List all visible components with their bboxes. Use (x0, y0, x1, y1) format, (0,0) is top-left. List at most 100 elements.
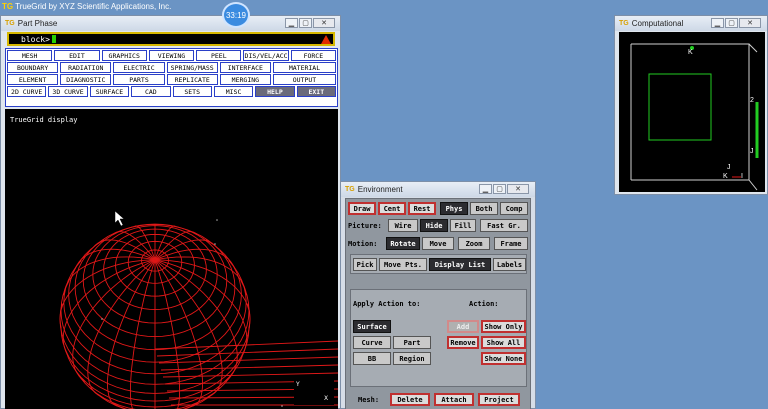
clock-badge: 33:19 (222, 2, 250, 28)
j-label: J (750, 148, 754, 155)
command-replicate-button[interactable]: REPLICATE (166, 74, 218, 85)
part-button[interactable]: Part (393, 336, 431, 349)
computational-titlebar[interactable]: TG Computational ▁ ▢ ✕ (615, 16, 767, 31)
truegrid-small-logo-icon: TG (619, 20, 629, 27)
hide-button[interactable]: Hide (420, 219, 448, 232)
truegrid-small-logo-icon: TG (5, 20, 15, 27)
computational-display[interactable]: K I 2 2 J J K I (619, 32, 765, 192)
command-dis-vel-acc-button[interactable]: DIS/VEL/ACC (243, 50, 289, 61)
rest-button[interactable]: Rest (408, 202, 436, 215)
environment-titlebar[interactable]: TG Environment ▁ ▢ ✕ (341, 182, 535, 197)
command-2d-curve-button[interactable]: 2D CURVE (7, 86, 47, 97)
j-small-label: J (727, 164, 731, 171)
minimize-icon[interactable]: ▁ (479, 184, 492, 194)
draw-button[interactable]: Draw (348, 202, 376, 215)
add-button[interactable]: Add (447, 320, 479, 333)
command-mesh-button[interactable]: MESH (7, 50, 53, 61)
k-top-label: K (688, 49, 693, 56)
picture-label: Picture: (348, 222, 382, 230)
minimize-icon[interactable]: ▁ (285, 18, 298, 28)
close-icon[interactable]: ✕ (507, 184, 529, 194)
sphere-longitude-line (63, 256, 156, 296)
command-prompt-input[interactable]: block> (7, 32, 335, 46)
command-sets-button[interactable]: SETS (172, 86, 212, 97)
show-only-button[interactable]: Show Only (481, 320, 526, 333)
surface-button[interactable]: Surface (353, 320, 391, 333)
text-cursor (51, 35, 56, 43)
display-list-button[interactable]: Display List (429, 258, 491, 271)
command-misc-button[interactable]: MISC (213, 86, 254, 97)
move-points-button[interactable]: Move Pts. (379, 258, 427, 271)
region-button[interactable]: Region (393, 352, 431, 365)
zoom-button[interactable]: Zoom (458, 237, 490, 250)
close-icon[interactable]: ✕ (313, 18, 335, 28)
command-merging-button[interactable]: MERGING (219, 74, 271, 85)
maximize-icon[interactable]: ▢ (493, 184, 506, 194)
command-electric-button[interactable]: ELECTRIC (113, 62, 165, 73)
command-peel-button[interactable]: PEEL (196, 50, 242, 61)
command-help-button[interactable]: HELP (255, 86, 295, 97)
command-interface-button[interactable]: INTERFACE (219, 62, 271, 73)
cent-button[interactable]: Cent (378, 202, 406, 215)
command-boundary-button[interactable]: BOUNDARY (7, 62, 59, 73)
close-icon[interactable]: ✕ (739, 18, 761, 28)
command-cad-button[interactable]: CAD (131, 86, 171, 97)
command-3d-curve-button[interactable]: 3D CURVE (48, 86, 88, 97)
show-none-button[interactable]: Show None (481, 352, 526, 365)
command-diagnostic-button[interactable]: DIAGNOSTIC (60, 74, 112, 85)
axis-x-label: X (324, 395, 329, 402)
delete-button[interactable]: Delete (390, 393, 430, 406)
truegrid-display[interactable]: TrueGrid display Y X (5, 109, 338, 409)
command-output-button[interactable]: OUTPUT (272, 74, 336, 85)
comp-button[interactable]: Comp (500, 202, 528, 215)
command-edit-button[interactable]: EDIT (54, 50, 100, 61)
motion-label: Motion: (348, 240, 378, 248)
maximize-icon[interactable]: ▢ (725, 18, 738, 28)
pick-button[interactable]: Pick (353, 258, 377, 271)
minimize-icon[interactable]: ▁ (711, 18, 724, 28)
k-small-label: K (723, 173, 728, 180)
command-spring-mass-button[interactable]: SPRING/MASS (166, 62, 218, 73)
command-material-button[interactable]: MATERIAL (272, 62, 336, 73)
remove-button[interactable]: Remove (447, 336, 479, 349)
sphere-longitude-line (154, 256, 247, 296)
phys-button[interactable]: Phys (440, 202, 468, 215)
command-graphics-button[interactable]: GRAPHICS (101, 50, 147, 61)
node-dot (281, 405, 283, 407)
command-force-button[interactable]: FORCE (290, 50, 336, 61)
command-element-button[interactable]: ELEMENT (7, 74, 59, 85)
project-button[interactable]: Project (478, 393, 520, 406)
action-label: Action: (469, 300, 499, 308)
command-radiation-button[interactable]: RADIATION (60, 62, 112, 73)
sphere-latitude-line (63, 260, 82, 303)
mouse-pointer-icon (114, 210, 125, 227)
curve-button[interactable]: Curve (353, 336, 391, 349)
command-surface-button[interactable]: SURFACE (89, 86, 130, 97)
show-all-button[interactable]: Show All (481, 336, 526, 349)
frame-button[interactable]: Frame (494, 237, 528, 250)
command-exit-button[interactable]: EXIT (296, 86, 336, 97)
move-button[interactable]: Move (422, 237, 454, 250)
fast-graphics-button[interactable]: Fast Gr. (480, 219, 528, 232)
mesh-label: Mesh: (358, 396, 380, 404)
attach-button[interactable]: Attach (434, 393, 474, 406)
node-dot (214, 243, 216, 245)
fill-button[interactable]: Fill (450, 219, 476, 232)
apply-action-subpanel: Apply Action to: Action: Surface Curve P… (350, 289, 527, 387)
wire-button[interactable]: Wire (388, 219, 418, 232)
num-2-right-label: 2 (750, 97, 754, 104)
command-viewing-button[interactable]: VIEWING (148, 50, 195, 61)
apply-action-label: Apply Action to: (353, 300, 421, 308)
warning-triangle-icon[interactable] (321, 35, 331, 44)
maximize-icon[interactable]: ▢ (299, 18, 312, 28)
environment-title: Environment (357, 185, 403, 194)
rotate-button[interactable]: Rotate (386, 237, 420, 250)
bb-button[interactable]: BB (353, 352, 391, 365)
part-phase-title: Part Phase (17, 19, 58, 28)
labels-button[interactable]: Labels (493, 258, 526, 271)
part-phase-titlebar[interactable]: TG Part Phase ▁ ▢ ✕ (1, 16, 340, 31)
both-button[interactable]: Both (470, 202, 498, 215)
wireframe-sphere (59, 210, 338, 409)
sphere-latitude-line (68, 239, 105, 295)
command-parts-button[interactable]: PARTS (113, 74, 165, 85)
